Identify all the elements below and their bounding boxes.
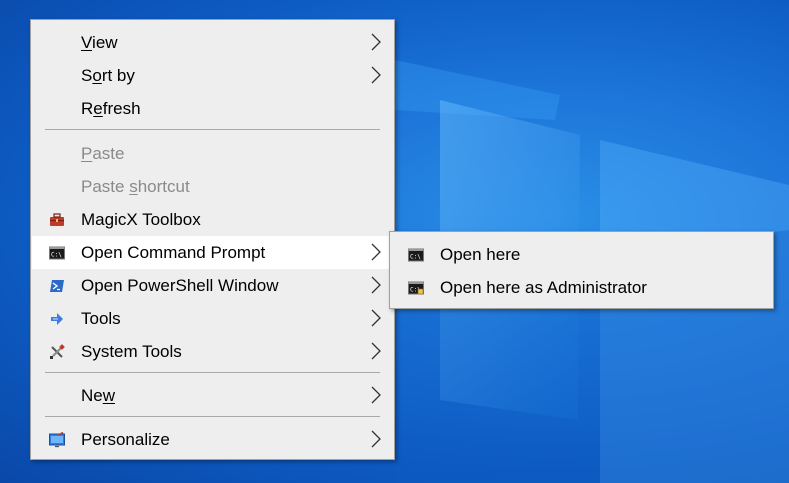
toolbox-icon — [50, 213, 64, 226]
submenu-item-open-here[interactable]: C:\ Open here — [391, 238, 772, 271]
menu-item-view-label: View — [81, 32, 118, 52]
command-prompt-icon: C:\ — [408, 248, 424, 262]
menu-item-paste-shortcut[interactable]: Paste shortcut — [32, 170, 393, 203]
desktop-context-menu: View Sort by Refresh Paste Paste shortcu… — [30, 19, 395, 460]
menu-item-view[interactable]: View — [32, 26, 393, 59]
chevron-right-icon — [371, 386, 381, 404]
submenu-item-open-here-as-administrator-label: Open here as Administrator — [440, 277, 647, 297]
system-tools-icon — [50, 344, 65, 359]
menu-separator — [45, 372, 380, 373]
menu-item-personalize-label: Personalize — [81, 429, 170, 449]
chevron-right-icon — [371, 342, 381, 360]
menu-item-tools[interactable]: Tools — [32, 302, 393, 335]
menu-item-refresh[interactable]: Refresh — [32, 92, 393, 125]
menu-item-sort-by[interactable]: Sort by — [32, 59, 393, 92]
chevron-right-icon — [371, 309, 381, 327]
menu-item-magicx-toolbox[interactable]: MagicX Toolbox — [32, 203, 393, 236]
menu-separator — [45, 416, 380, 417]
menu-item-refresh-label: Refresh — [81, 98, 141, 118]
tools-arrow-icon — [51, 313, 63, 325]
submenu-item-open-here-as-administrator[interactable]: C:\ Open here as Administrator — [391, 271, 772, 304]
menu-item-system-tools-label: System Tools — [81, 341, 182, 361]
menu-separator — [45, 129, 380, 130]
chevron-right-icon — [371, 33, 381, 51]
personalize-icon — [49, 432, 65, 448]
command-prompt-icon: C:\ — [49, 246, 65, 260]
command-prompt-admin-icon: C:\ — [408, 281, 424, 295]
chevron-right-icon — [371, 430, 381, 448]
menu-item-new[interactable]: New — [32, 379, 393, 412]
chevron-right-icon — [371, 243, 381, 261]
svg-text:C:\: C:\ — [410, 254, 421, 261]
menu-item-open-powershell-window[interactable]: Open PowerShell Window — [32, 269, 393, 302]
menu-item-open-powershell-window-label: Open PowerShell Window — [81, 275, 279, 295]
menu-item-magicx-toolbox-label: MagicX Toolbox — [81, 209, 201, 229]
chevron-right-icon — [371, 66, 381, 84]
chevron-right-icon — [371, 276, 381, 294]
menu-item-sort-by-label: Sort by — [81, 65, 135, 85]
menu-item-paste[interactable]: Paste — [32, 137, 393, 170]
svg-text:C:\: C:\ — [51, 252, 62, 259]
menu-item-tools-label: Tools — [81, 308, 121, 328]
menu-item-system-tools[interactable]: System Tools — [32, 335, 393, 368]
menu-item-new-label: New — [81, 385, 116, 405]
menu-item-personalize[interactable]: Personalize — [32, 423, 393, 456]
menu-item-paste-label: Paste — [81, 143, 125, 163]
command-prompt-submenu: C:\ Open here C:\ Open here as Administr… — [389, 231, 774, 309]
submenu-item-open-here-label: Open here — [440, 244, 521, 264]
menu-item-open-command-prompt-label: Open Command Prompt — [81, 242, 266, 262]
powershell-icon — [50, 280, 64, 292]
menu-item-paste-shortcut-label: Paste shortcut — [81, 176, 190, 196]
menu-item-open-command-prompt[interactable]: C:\ Open Command Prompt — [32, 236, 393, 269]
